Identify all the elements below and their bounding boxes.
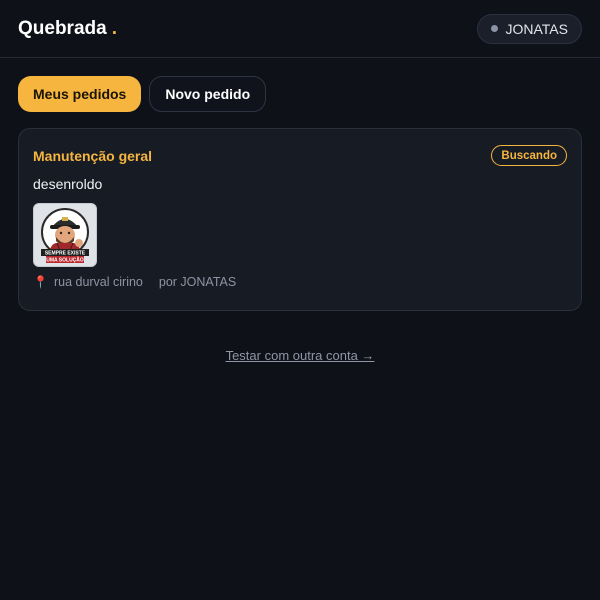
order-photo-thumbnail[interactable]: SEMPRE EXISTE UMA SOLUÇÃO bbox=[33, 203, 97, 267]
user-name: JONATAS bbox=[505, 20, 569, 37]
order-author: por JONATAS bbox=[158, 275, 237, 289]
switch-account-link[interactable]: Testar com outra conta → bbox=[0, 348, 600, 363]
user-menu-button[interactable]: JONATAS bbox=[476, 13, 582, 44]
brand-dot: . bbox=[111, 17, 117, 39]
order-description: desenroldo bbox=[33, 176, 103, 192]
status-badge: Buscando bbox=[491, 145, 567, 166]
image-caption-line2: UMA SOLUÇÃO bbox=[46, 257, 84, 264]
user-status-icon bbox=[490, 25, 498, 32]
tab-bar: Meus pedidos Novo pedido bbox=[18, 76, 267, 112]
order-address: rua durval cirino bbox=[53, 275, 143, 289]
order-card[interactable]: Manutenção geral Buscando desenroldo SEM… bbox=[18, 128, 582, 311]
order-card-header: Manutenção geral Buscando bbox=[33, 145, 567, 166]
brand-logo: Quebrada . bbox=[18, 18, 117, 40]
order-meta: 📍 rua durval cirino por JONATAS bbox=[33, 275, 567, 289]
order-title: Manutenção geral bbox=[33, 147, 153, 164]
location-pin-icon: 📍 bbox=[33, 275, 48, 289]
brand-name: Quebrada bbox=[18, 17, 107, 39]
top-bar: Quebrada . JONATAS bbox=[0, 0, 600, 58]
tab-new-order[interactable]: Novo pedido bbox=[149, 76, 267, 112]
mechanic-sticker-image: SEMPRE EXISTE UMA SOLUÇÃO bbox=[41, 208, 89, 264]
image-caption-line1: SEMPRE EXISTE bbox=[45, 251, 86, 257]
tab-my-orders[interactable]: Meus pedidos bbox=[18, 76, 142, 112]
